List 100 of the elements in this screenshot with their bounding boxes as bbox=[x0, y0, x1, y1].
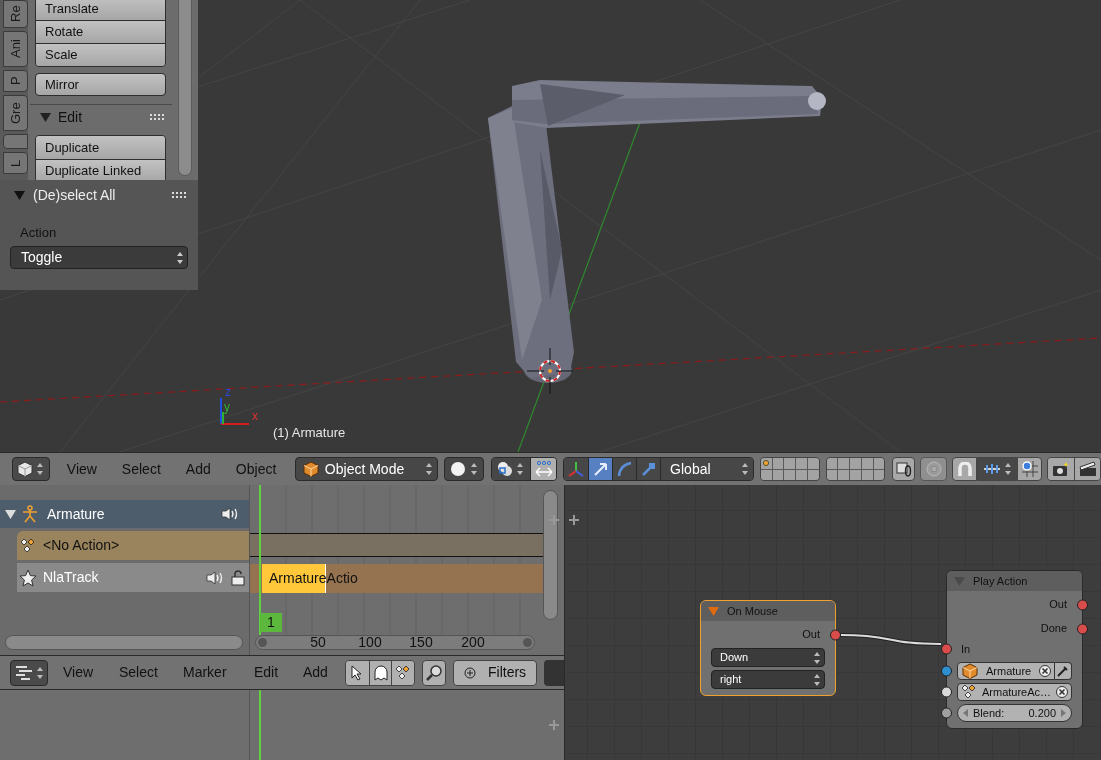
node-header[interactable]: On Mouse bbox=[701, 601, 835, 621]
layer-button[interactable] bbox=[796, 469, 807, 480]
side-tab[interactable]: L bbox=[3, 152, 28, 174]
channel-row[interactable]: NlaTrack bbox=[17, 563, 249, 592]
eyedropper-button[interactable] bbox=[1055, 662, 1072, 680]
tool-button[interactable]: Scale bbox=[36, 43, 165, 66]
ruler-label: 100 bbox=[358, 634, 382, 651]
clapperboard-icon bbox=[1078, 461, 1097, 477]
menu-item[interactable]: View bbox=[63, 662, 119, 683]
tool-button[interactable]: Mirror bbox=[35, 73, 166, 96]
triangle-icon[interactable] bbox=[14, 189, 25, 201]
orientation-dropdown[interactable]: Global bbox=[660, 458, 753, 480]
editor-type-button[interactable] bbox=[10, 659, 48, 686]
filters-button[interactable]: Filters bbox=[453, 659, 537, 686]
pivot-dropdown[interactable] bbox=[491, 458, 530, 480]
search-button[interactable] bbox=[422, 659, 446, 686]
snap-element-dropdown[interactable] bbox=[977, 457, 1018, 481]
toolbar-button[interactable] bbox=[544, 659, 564, 686]
snap-target-button[interactable] bbox=[1017, 457, 1043, 481]
action-field[interactable]: ArmatureAc… bbox=[957, 683, 1072, 701]
socket[interactable] bbox=[941, 665, 952, 677]
layer-button[interactable] bbox=[838, 469, 850, 480]
layer-button[interactable] bbox=[772, 458, 784, 469]
layer-button[interactable] bbox=[873, 458, 885, 469]
ghost-toggle[interactable] bbox=[368, 660, 392, 685]
menu-item[interactable]: Select bbox=[121, 458, 186, 480]
node-title: Play Action bbox=[973, 573, 1028, 589]
tool-button[interactable]: Duplicate Linked bbox=[36, 159, 165, 180]
scrollbar[interactable] bbox=[5, 635, 243, 650]
editor-type-button[interactable] bbox=[12, 457, 50, 481]
scrollbar[interactable] bbox=[178, 0, 192, 176]
tool-button[interactable]: Duplicate bbox=[36, 136, 165, 159]
socket[interactable] bbox=[941, 686, 952, 698]
socket-label: Out bbox=[802, 627, 820, 643]
search-icon bbox=[426, 664, 443, 681]
layer-button[interactable] bbox=[826, 469, 838, 480]
layer-button[interactable] bbox=[772, 469, 784, 480]
node-header[interactable]: Play Action bbox=[947, 571, 1082, 591]
action-dropdown[interactable]: Toggle bbox=[10, 246, 188, 269]
side-tab[interactable]: Gre bbox=[3, 95, 28, 131]
number-field[interactable]: Blend: 0.200 bbox=[957, 704, 1072, 722]
ghost-icon bbox=[373, 664, 388, 681]
scrollbar[interactable] bbox=[543, 490, 558, 620]
snap-button[interactable] bbox=[952, 457, 978, 481]
object-field[interactable]: Armature bbox=[957, 662, 1056, 680]
triangle-icon[interactable] bbox=[40, 111, 51, 123]
channel-row[interactable]: Armature bbox=[0, 500, 249, 528]
side-tab[interactable]: P bbox=[3, 70, 28, 92]
mode-dropdown[interactable]: Object Mode bbox=[294, 457, 438, 481]
triangle-icon[interactable] bbox=[5, 508, 16, 520]
layer-button[interactable] bbox=[784, 469, 796, 480]
layer-button[interactable] bbox=[838, 458, 850, 469]
tool-button[interactable]: Translate bbox=[36, 0, 165, 20]
menu-item[interactable]: Marker bbox=[183, 662, 254, 683]
manipulator-toggle[interactable] bbox=[529, 458, 557, 480]
layer-button[interactable] bbox=[784, 458, 796, 469]
action-toggle[interactable] bbox=[391, 660, 415, 685]
clear-icon bbox=[1039, 665, 1052, 677]
layer-button[interactable] bbox=[807, 458, 819, 469]
render-animation-button[interactable] bbox=[1074, 458, 1100, 480]
layer-button[interactable] bbox=[826, 458, 838, 469]
node-dropdown[interactable]: right bbox=[711, 670, 825, 689]
layer-button[interactable] bbox=[861, 458, 873, 469]
shading-dropdown[interactable] bbox=[443, 457, 484, 481]
tool-button[interactable]: Rotate bbox=[36, 20, 165, 43]
updown-arrows-icon bbox=[469, 462, 478, 476]
layer-button[interactable] bbox=[760, 469, 772, 480]
clear-icon bbox=[1056, 686, 1068, 698]
magnet-icon bbox=[957, 462, 972, 476]
layer-button[interactable] bbox=[873, 469, 885, 480]
layer-button[interactable] bbox=[861, 469, 873, 480]
menu-item[interactable]: Add bbox=[185, 458, 236, 480]
channel-row[interactable]: <No Action> bbox=[17, 531, 249, 560]
manipulator-button[interactable] bbox=[588, 458, 613, 480]
scroll-handle-icon bbox=[523, 638, 532, 647]
menu-item[interactable]: View bbox=[66, 458, 122, 480]
node-dropdown[interactable]: Down bbox=[711, 648, 825, 667]
panel-title: (De)select All bbox=[33, 185, 117, 205]
manipulator-button[interactable] bbox=[564, 458, 589, 480]
speaker-icon bbox=[221, 507, 239, 521]
socket[interactable] bbox=[941, 707, 952, 719]
menu-item[interactable]: Select bbox=[119, 662, 183, 683]
layer-button[interactable] bbox=[807, 469, 819, 480]
lock-camera-button[interactable] bbox=[892, 457, 916, 481]
layer-button[interactable] bbox=[760, 458, 772, 469]
plus-icon bbox=[548, 514, 560, 526]
menu-item[interactable]: Edit bbox=[254, 662, 303, 683]
layer-button[interactable] bbox=[850, 469, 861, 480]
updown-arrows-icon bbox=[1003, 462, 1012, 476]
select-toggle[interactable] bbox=[346, 660, 369, 685]
menu-item[interactable]: Object bbox=[235, 458, 295, 480]
plus-icon bbox=[548, 719, 560, 731]
side-tab[interactable]: Re bbox=[3, 0, 28, 28]
menu-item[interactable]: Add bbox=[303, 662, 345, 683]
scrollbar[interactable] bbox=[255, 635, 535, 650]
render-button[interactable] bbox=[1048, 458, 1075, 480]
updown-arrows-icon bbox=[740, 462, 749, 476]
side-tab[interactable]: Ani bbox=[3, 31, 28, 67]
side-tab[interactable] bbox=[3, 134, 28, 149]
socket-label: Out bbox=[1049, 597, 1067, 613]
